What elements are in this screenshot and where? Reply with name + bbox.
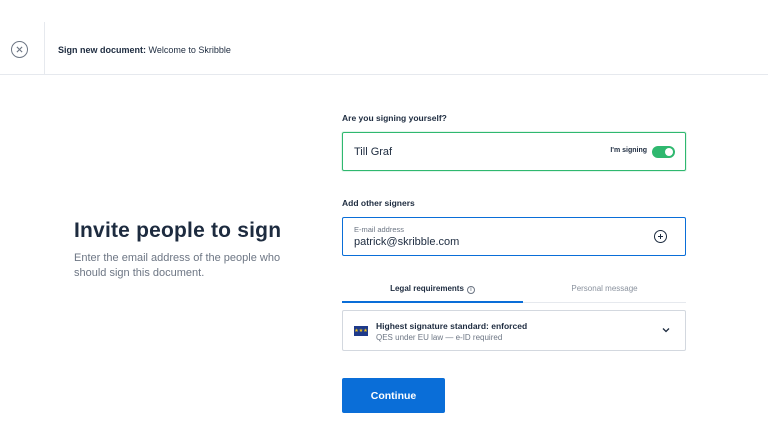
- plus-circle-icon[interactable]: [654, 230, 667, 243]
- eu-flag-icon: ★★★: [354, 326, 368, 336]
- legal-standard-title: Highest signature standard: enforced: [376, 321, 528, 331]
- tab-label: Personal message: [571, 284, 638, 293]
- signature-options-tabs: Legal requirements i Personal message: [342, 278, 686, 303]
- signing-toggle-label: I'm signing: [610, 147, 647, 154]
- add-other-signers-label: Add other signers: [342, 198, 415, 208]
- page-title: Sign new document: Welcome to Skribble: [58, 45, 231, 55]
- tab-legal-requirements[interactable]: Legal requirements i: [342, 278, 523, 303]
- legal-standard-subtitle: QES under EU law — e-ID required: [376, 333, 503, 342]
- invite-description: Enter the email address of the people wh…: [74, 252, 281, 279]
- chevron-down-icon[interactable]: [661, 325, 671, 335]
- tab-label: Legal requirements: [390, 284, 464, 293]
- self-signing-question: Are you signing yourself?: [342, 113, 447, 123]
- self-signer-name: Till Graf: [354, 146, 393, 158]
- eu-flag-stars: ★★★: [354, 327, 368, 334]
- email-field[interactable]: E-mail address patrick@skribble.com: [342, 217, 686, 256]
- tab-personal-message[interactable]: Personal message: [523, 278, 686, 303]
- info-icon[interactable]: i: [466, 286, 475, 294]
- legal-requirements-dropdown[interactable]: ★★★ Highest signature standard: enforced…: [342, 310, 686, 351]
- self-signer-field: Till Graf I'm signing: [342, 132, 686, 171]
- email-field-caption: E-mail address: [354, 225, 405, 234]
- close-icon[interactable]: [11, 41, 28, 58]
- top-bar: Sign new document: Welcome to Skribble: [0, 0, 768, 75]
- email-input[interactable]: patrick@skribble.com: [354, 236, 459, 248]
- top-bar-divider: [44, 22, 45, 75]
- signing-toggle[interactable]: [652, 146, 675, 158]
- page-title-prefix: Sign new document:: [58, 45, 147, 55]
- document-name: Welcome to Skribble: [148, 45, 231, 55]
- invite-heading: Invite people to sign: [74, 219, 282, 242]
- continue-button[interactable]: Continue: [342, 378, 445, 413]
